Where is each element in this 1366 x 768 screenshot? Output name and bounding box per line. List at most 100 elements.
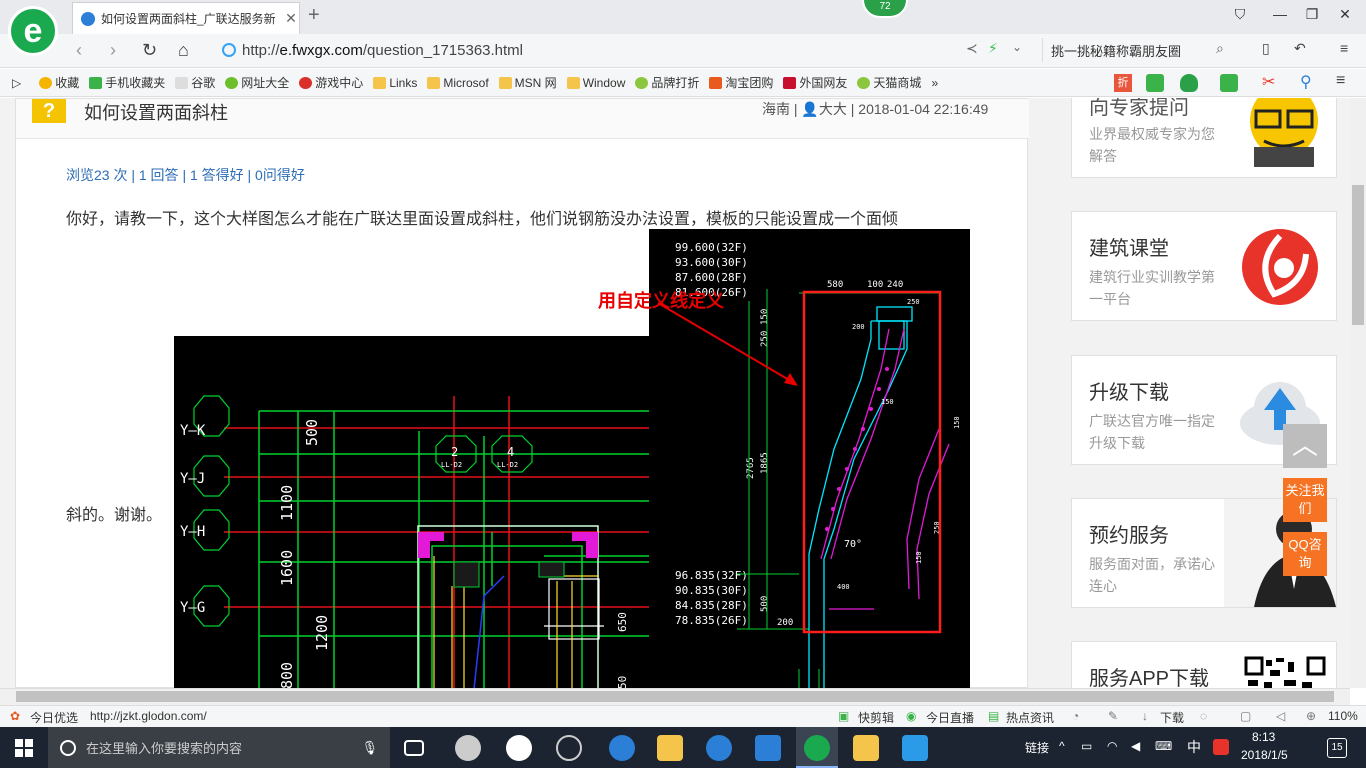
browser-360-icon[interactable] xyxy=(804,735,830,761)
zoom-level[interactable]: 110% xyxy=(1328,709,1358,723)
bookmark-item[interactable]: 品牌打折 xyxy=(635,74,699,91)
discount-icon[interactable]: 折 xyxy=(1114,74,1132,92)
share-icon[interactable]: ≺ xyxy=(966,40,978,57)
battery-icon[interactable]: ▭ xyxy=(1081,739,1092,753)
bookmark-item[interactable]: Links xyxy=(373,76,417,90)
back-icon[interactable]: ‹ xyxy=(76,40,82,61)
bookmark-item[interactable]: 外国网友 xyxy=(783,74,847,91)
bookmark-item[interactable]: 网址大全 xyxy=(225,74,289,91)
menu-icon[interactable]: ≡ xyxy=(1336,72,1345,90)
windows-start-button[interactable] xyxy=(0,727,48,768)
grid-circle-label: 2 xyxy=(451,445,458,459)
shirt-icon[interactable]: ⛉ xyxy=(1225,6,1255,23)
bookmark-item[interactable]: 淘宝团购 xyxy=(709,74,773,91)
spiral-app-icon[interactable] xyxy=(556,735,582,761)
teamviewer-icon[interactable] xyxy=(902,735,928,761)
speed-icon[interactable]: ◔ xyxy=(1072,709,1079,723)
qq-consult-button[interactable]: QQ咨询 xyxy=(1283,532,1327,576)
cad-floorplan-image[interactable]: Y—K Y—J Y—H Y—G 2 4 LL-D2 LL-D2 500 1100… xyxy=(174,336,651,688)
ie-icon[interactable] xyxy=(706,735,732,761)
ie-app-icon[interactable] xyxy=(506,735,532,761)
refresh-icon[interactable]: ↻ xyxy=(142,40,157,61)
fan-app-icon[interactable] xyxy=(455,735,481,761)
sidebar-toggle-icon[interactable]: ▷ xyxy=(12,76,21,90)
file-explorer-icon[interactable] xyxy=(657,735,683,761)
clock-date[interactable]: 2018/1/5 xyxy=(1241,748,1288,762)
tab-close-icon[interactable]: ✕ xyxy=(283,10,299,27)
active-tab[interactable]: 如何设置两面斜柱_广联达服务新 ✕ xyxy=(72,2,300,34)
back-to-top-button[interactable]: ︿ xyxy=(1283,424,1327,468)
sidebar-building-class[interactable]: 建筑课堂 建筑行业实训教学第一平台 xyxy=(1071,211,1337,321)
bookmark-item[interactable]: Microsof xyxy=(427,76,489,90)
minimize-button[interactable]: — xyxy=(1265,6,1295,22)
volume-icon[interactable]: ◁ xyxy=(1276,709,1285,723)
bookmark-item[interactable]: 游戏中心 xyxy=(299,74,363,91)
menu-icon[interactable]: ≡ xyxy=(1340,40,1348,56)
search-input[interactable]: 挑一挑秘籍称霸朋友圈 xyxy=(1042,38,1240,62)
follow-us-button[interactable]: 关注我们 xyxy=(1283,478,1327,522)
search-icon[interactable]: ⌕ xyxy=(1216,40,1224,57)
download-icon: ↓ xyxy=(1142,709,1148,723)
bookmark-item[interactable]: 谷歌 xyxy=(175,74,215,91)
wifi-icon[interactable]: ◠ xyxy=(1107,739,1117,753)
bookmark-item[interactable]: MSN 网 xyxy=(498,74,557,91)
notification-center-icon[interactable]: 15 xyxy=(1327,738,1347,758)
task-view-icon[interactable] xyxy=(404,740,424,756)
sogou-icon[interactable] xyxy=(1213,739,1229,755)
bookmark-item[interactable]: 天猫商城 xyxy=(857,74,921,91)
sidebar-app-download[interactable]: 服务APP下载 xyxy=(1071,641,1337,688)
download-link[interactable]: 下载 xyxy=(1160,709,1184,726)
dim-label: 240 xyxy=(887,280,903,290)
home-icon[interactable]: ⌂ xyxy=(178,40,189,61)
undo-icon[interactable]: ↶ xyxy=(1294,40,1306,57)
bookmark-item[interactable]: Window xyxy=(566,76,625,90)
phone-icon[interactable]: ▯ xyxy=(1262,40,1270,57)
tray-link[interactable]: 链接 xyxy=(1025,739,1049,756)
forward-icon[interactable]: › xyxy=(110,40,116,61)
restore-button[interactable]: ❐ xyxy=(1297,6,1327,23)
quick-clip-link[interactable]: 快剪辑 xyxy=(858,709,894,726)
windows-logo-icon xyxy=(15,738,33,757)
clock-time[interactable]: 8:13 xyxy=(1252,730,1275,744)
microphone-icon[interactable]: 🎙 xyxy=(361,740,378,756)
notepad-icon[interactable] xyxy=(853,735,879,761)
book-icon[interactable] xyxy=(1146,74,1164,92)
url-field[interactable]: http://e.fwxgx.com/question_1715363.html xyxy=(222,38,1032,62)
refresh-icon[interactable]: ◌ xyxy=(1200,709,1207,723)
scissors-icon[interactable]: ✂ xyxy=(1262,72,1275,92)
question-stats[interactable]: 浏览23 次 | 1 回答 | 1 答得好 | 0问得好 xyxy=(66,165,305,185)
bookmark-item[interactable]: 手机收藏夹 xyxy=(89,74,165,91)
small-label: 250 xyxy=(907,298,920,306)
chevron-down-icon[interactable]: ⌄ xyxy=(1012,40,1022,54)
edge-icon[interactable] xyxy=(609,735,635,761)
dim-label: 500 xyxy=(303,419,321,446)
live-link[interactable]: 今日直播 xyxy=(926,709,974,726)
bookmark-favorites[interactable]: 收藏 xyxy=(39,74,79,91)
sidebar-ask-expert[interactable]: 向专家提问 业界最权威专家为您解答 xyxy=(1071,98,1337,178)
meta-user[interactable]: 大大 xyxy=(819,101,847,117)
ime-indicator[interactable]: 中 xyxy=(1187,737,1201,757)
plus-icon[interactable] xyxy=(1220,74,1238,92)
new-tab-button[interactable]: + xyxy=(308,4,320,27)
site-icon xyxy=(783,76,797,89)
tray-chevron-icon[interactable]: ^ xyxy=(1059,739,1065,753)
shield-icon[interactable] xyxy=(1180,74,1198,92)
volume-icon[interactable]: ◀ xyxy=(1131,739,1140,753)
browser-logo-icon[interactable]: e xyxy=(8,6,58,56)
horizontal-scroll-thumb[interactable] xyxy=(16,691,1334,702)
taskbar-search-input[interactable]: 在这里输入你要搜索的内容 🎙 xyxy=(48,727,390,768)
news-link[interactable]: 热点资讯 xyxy=(1006,709,1054,726)
angle-label: 70° xyxy=(844,539,862,550)
lightning-icon[interactable]: ⚡ xyxy=(988,40,998,57)
vertical-scroll-thumb[interactable] xyxy=(1352,185,1364,325)
magnifier-icon[interactable]: ⚲ xyxy=(1300,72,1312,92)
zoom-icon[interactable]: ⊕ xyxy=(1306,709,1316,723)
close-window-button[interactable]: ✕ xyxy=(1330,6,1360,23)
hover-url: http://jzkt.glodon.com/ xyxy=(90,709,207,723)
more-bookmarks-icon[interactable]: » xyxy=(931,76,938,90)
glodon-icon[interactable] xyxy=(755,735,781,761)
window-icon[interactable]: ▢ xyxy=(1240,709,1251,723)
feather-icon[interactable]: ✎ xyxy=(1108,709,1118,723)
keyboard-icon[interactable]: ⌨ xyxy=(1155,739,1172,753)
today-picks-link[interactable]: 今日优选 xyxy=(30,709,78,726)
